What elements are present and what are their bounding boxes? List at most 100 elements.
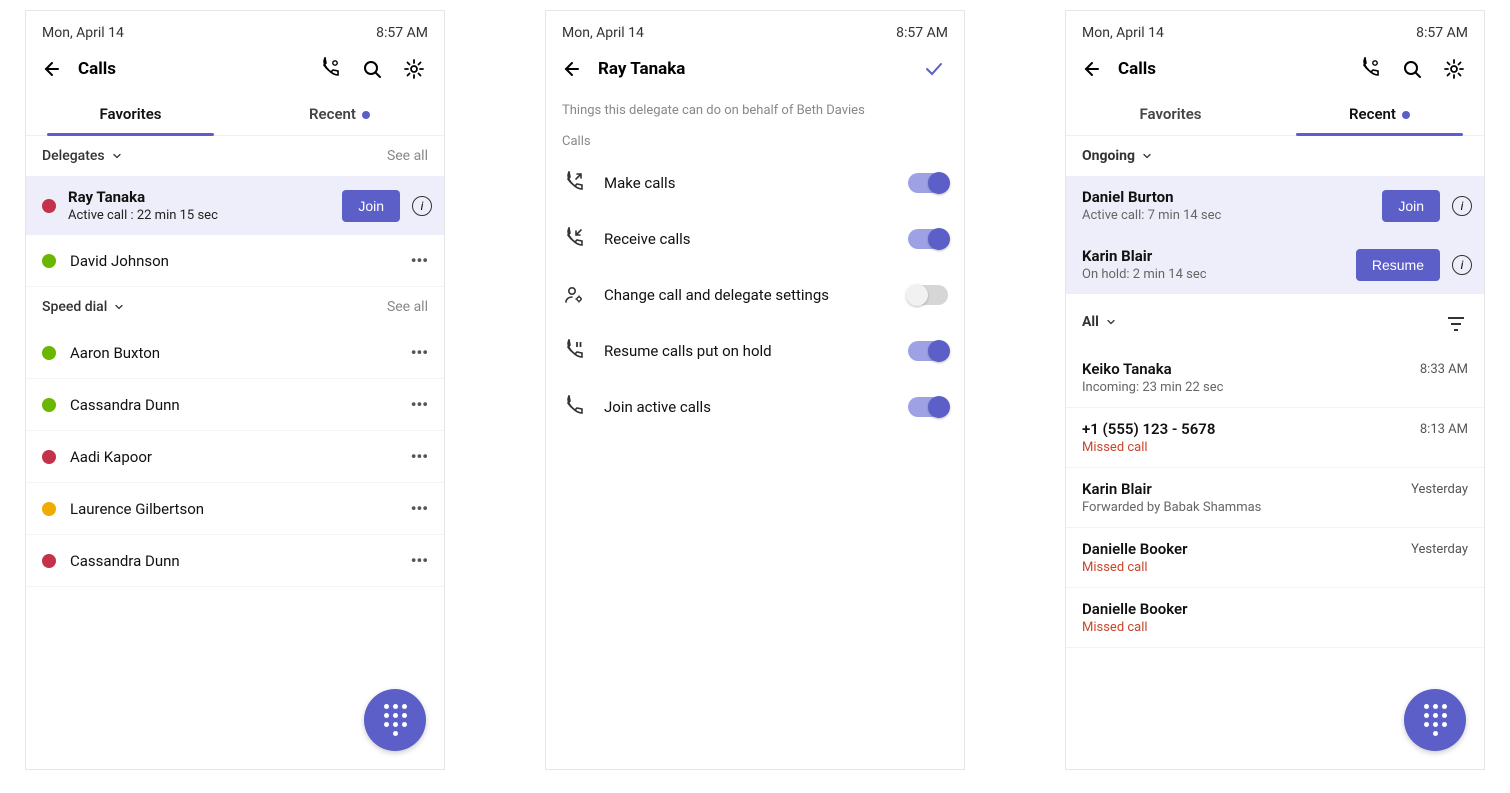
more-options-button[interactable]: ••• [411,551,428,570]
confirm-button[interactable] [920,55,948,83]
ongoing-status: Active call: 7 min 14 sec [1082,208,1370,223]
settings-button[interactable] [1440,55,1468,83]
ongoing-section-header[interactable]: Ongoing [1066,136,1484,176]
delegate-permissions-screen: Mon, April 14 8:57 AM Ray Tanaka Things … [545,10,965,770]
more-options-button[interactable]: ••• [411,447,428,466]
contact-name: David Johnson [70,252,397,270]
tab-recent[interactable]: Recent [1275,91,1484,135]
search-button[interactable] [1398,55,1426,83]
dialpad-icon [384,704,407,736]
all-section-header[interactable]: All [1066,294,1484,348]
contact-name: Cassandra Dunn [70,396,397,414]
more-options-button[interactable]: ••• [411,343,428,362]
presence-busy-icon [42,199,56,213]
delegates-see-all[interactable]: See all [387,148,428,164]
tab-favorites[interactable]: Favorites [1066,91,1275,135]
active-call-duration: Active call : 22 min 15 sec [68,208,330,223]
recent-timestamp: 8:13 AM [1420,420,1468,437]
permission-toggle[interactable] [908,397,948,417]
all-label: All [1082,314,1099,330]
resume-button[interactable]: Resume [1356,249,1440,281]
recent-call-row[interactable]: Danielle BookerMissed call [1066,588,1484,648]
search-button[interactable] [358,55,386,83]
recent-body: Danielle BookerMissed call [1082,600,1458,635]
ongoing-body: Daniel Burton Active call: 7 min 14 sec [1082,188,1370,223]
back-arrow-icon [558,57,582,81]
ongoing-call-card[interactable]: Daniel Burton Active call: 7 min 14 sec Jo… [1066,176,1484,235]
dialpad-fab[interactable] [1404,689,1466,751]
unread-dot-icon [1402,111,1410,119]
recent-body: +1 (555) 123 - 5678Missed call [1082,420,1410,455]
join-button[interactable]: Join [342,190,400,222]
more-options-button[interactable]: ••• [411,251,428,270]
recent-call-row[interactable]: Keiko TanakaIncoming: 23 min 22 sec8:33 … [1066,348,1484,408]
recent-call-row[interactable]: +1 (555) 123 - 5678Missed call 8:13 AM [1066,408,1484,468]
calls-favorites-screen: Mon, April 14 8:57 AM Calls Favorites Re… [25,10,445,770]
voicemail-icon [318,57,342,81]
permission-icon [562,395,586,419]
tab-favorites[interactable]: Favorites [26,91,235,135]
status-date: Mon, April 14 [1082,25,1164,41]
permission-toggle[interactable] [908,285,948,305]
recent-call-row[interactable]: Danielle BookerMissed callYesterday [1066,528,1484,588]
filter-button[interactable] [1440,308,1468,336]
speed-dial-section-header[interactable]: Speed dial See all [26,287,444,327]
contact-row[interactable]: Cassandra Dunn••• [26,535,444,587]
contact-row[interactable]: Aaron Buxton••• [26,327,444,379]
permission-row: Make calls [546,155,964,211]
permission-toggle[interactable] [908,229,948,249]
tab-recent[interactable]: Recent [235,91,444,135]
speed-dial-see-all[interactable]: See all [387,299,428,315]
recent-name: Karin Blair [1082,480,1401,498]
back-button[interactable] [556,55,584,83]
contact-row[interactable]: David Johnson ••• [26,235,444,287]
recent-subtitle: Missed call [1082,560,1401,575]
voicemail-icon [1358,57,1382,81]
contact-row[interactable]: Aadi Kapoor••• [26,431,444,483]
ongoing-call-card[interactable]: Karin BlairOn hold: 2 min 14 secResumei [1066,235,1484,294]
delegates-section-header[interactable]: Delegates See all [26,136,444,176]
permission-icon [562,171,586,195]
settings-button[interactable] [400,55,428,83]
back-button[interactable] [36,55,64,83]
permission-label: Receive calls [604,230,890,248]
status-bar: Mon, April 14 8:57 AM [1066,11,1484,47]
recent-call-row[interactable]: Karin BlairForwarded by Babak ShammasYes… [1066,468,1484,528]
back-button[interactable] [1076,55,1104,83]
presence-avail-icon [42,254,56,268]
unread-dot-icon [362,111,370,119]
contact-row[interactable]: Laurence Gilbertson••• [26,483,444,535]
permission-row: Receive calls [546,211,964,267]
permission-label: Make calls [604,174,890,192]
permission-row: Join active calls [546,379,964,435]
delegates-label: Delegates [42,148,105,164]
recent-subtitle: Missed call [1082,440,1410,455]
status-date: Mon, April 14 [42,25,124,41]
permission-label: Join active calls [604,398,890,416]
permission-toggle[interactable] [908,341,948,361]
contact-row[interactable]: Cassandra Dunn ••• [26,379,444,431]
permission-toggle[interactable] [908,173,948,193]
info-button[interactable]: i [1452,196,1472,216]
recent-body: Danielle BookerMissed call [1082,540,1401,575]
voicemail-button[interactable] [316,55,344,83]
recent-timestamp: Yesterday [1411,480,1468,497]
voicemail-button[interactable] [1356,55,1384,83]
page-title: Calls [78,59,302,79]
ongoing-name: Daniel Burton [1082,188,1370,206]
active-call-card[interactable]: Ray Tanaka Active call : 22 min 15 sec J… [26,176,444,235]
info-button[interactable]: i [412,196,432,216]
more-options-button[interactable]: ••• [411,395,428,414]
ongoing-label: Ongoing [1082,148,1135,164]
back-arrow-icon [1078,57,1102,81]
permission-label: Change call and delegate settings [604,286,890,304]
more-options-button[interactable]: ••• [411,499,428,518]
delegate-description: Things this delegate can do on behalf of… [546,91,964,134]
dialpad-fab[interactable] [364,689,426,751]
info-button[interactable]: i [1452,255,1472,275]
presence-busy-icon [42,450,56,464]
join-button[interactable]: Join [1382,190,1440,222]
ongoing-name: Karin Blair [1082,247,1344,265]
status-time: 8:57 AM [376,25,428,41]
active-call-body: Ray Tanaka Active call : 22 min 15 sec [68,188,330,223]
